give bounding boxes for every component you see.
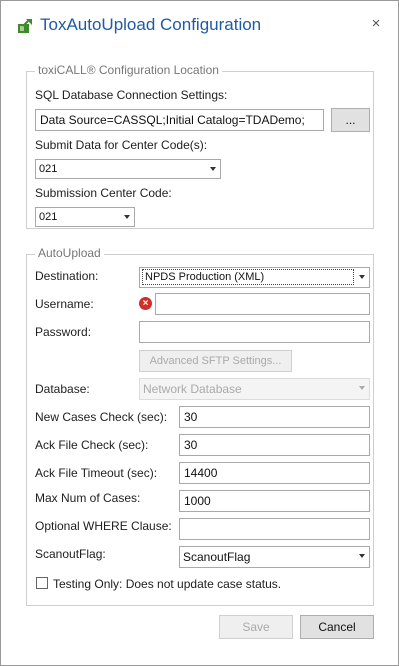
password-input[interactable]: [139, 321, 370, 343]
ack-file-check-label: Ack File Check (sec):: [35, 438, 149, 452]
autoupload-legend: AutoUpload: [35, 246, 104, 260]
scanout-flag-select[interactable]: ScanoutFlag: [179, 546, 370, 568]
scanout-flag-value: ScanoutFlag: [183, 550, 251, 564]
scanout-flag-label: ScanoutFlag:: [35, 547, 106, 561]
destination-select[interactable]: NPDS Production (XML): [139, 267, 370, 288]
config-dialog: ToxAutoUpload Configuration × toxiCALL® …: [0, 0, 399, 666]
submission-center-code-select[interactable]: 021: [35, 207, 135, 227]
ack-file-timeout-label: Ack File Timeout (sec):: [35, 466, 158, 480]
error-icon: ×: [139, 297, 152, 310]
testing-only-checkbox[interactable]: [36, 577, 48, 589]
app-logo-icon: [18, 19, 32, 33]
new-cases-check-input[interactable]: 30: [179, 406, 370, 428]
cancel-button[interactable]: Cancel: [300, 615, 374, 639]
chevron-down-icon: [124, 215, 130, 219]
testing-only-label: Testing Only: Does not update case statu…: [53, 577, 282, 591]
username-label: Username:: [35, 297, 94, 311]
username-input[interactable]: [155, 293, 370, 315]
destination-label: Destination:: [35, 269, 99, 283]
new-cases-check-label: New Cases Check (sec):: [35, 410, 168, 424]
ack-file-timeout-input[interactable]: 14400: [179, 462, 370, 484]
database-select[interactable]: Network Database: [139, 378, 370, 400]
dialog-title: ToxAutoUpload Configuration: [40, 15, 262, 34]
sql-connection-label: SQL Database Connection Settings:: [35, 88, 228, 102]
browse-connection-button[interactable]: ...: [331, 108, 370, 132]
max-num-cases-input[interactable]: 1000: [179, 490, 370, 512]
config-location-legend: toxiCALL® Configuration Location: [35, 63, 222, 77]
submission-center-code-label: Submission Center Code:: [35, 186, 172, 200]
chevron-down-icon: [210, 167, 216, 171]
max-num-cases-label: Max Num of Cases:: [35, 491, 141, 505]
submit-center-codes-label: Submit Data for Center Code(s):: [35, 138, 208, 152]
submit-center-codes-select[interactable]: 021: [35, 159, 221, 179]
ack-file-check-input[interactable]: 30: [179, 434, 370, 456]
database-value: Network Database: [143, 382, 242, 396]
chevron-down-icon: [359, 275, 365, 279]
close-icon[interactable]: ×: [367, 15, 385, 32]
chevron-down-icon: [359, 386, 365, 390]
sql-connection-field[interactable]: Data Source=CASSQL;Initial Catalog=TDADe…: [35, 109, 324, 131]
destination-value: NPDS Production (XML): [142, 269, 354, 285]
where-clause-label: Optional WHERE Clause:: [35, 519, 172, 533]
database-label: Database:: [35, 382, 90, 396]
submit-center-codes-value: 021: [39, 163, 58, 175]
chevron-down-icon: [359, 554, 365, 558]
save-button[interactable]: Save: [219, 615, 293, 639]
password-label: Password:: [35, 325, 92, 339]
submission-center-code-value: 021: [39, 211, 58, 223]
advanced-sftp-settings-button[interactable]: Advanced SFTP Settings...: [139, 350, 292, 372]
where-clause-input[interactable]: [179, 518, 370, 540]
